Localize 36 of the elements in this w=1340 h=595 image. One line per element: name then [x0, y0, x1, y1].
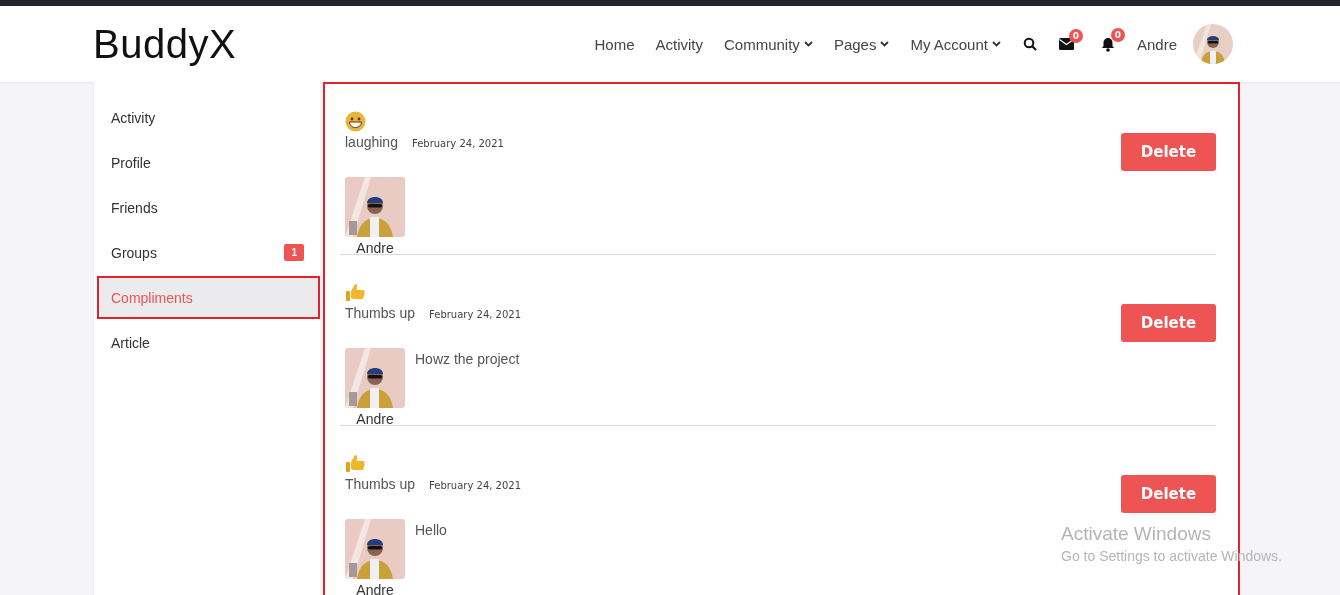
sidebar-item[interactable]: Profile: [97, 141, 320, 184]
nav-link[interactable]: Pages: [833, 35, 890, 53]
chevron-down-icon: [991, 41, 1001, 47]
nav-link[interactable]: Activity: [655, 35, 703, 53]
count-badge: 1: [284, 244, 304, 261]
nav-link[interactable]: My Account: [910, 35, 1001, 53]
thumbs-up-icon: [345, 282, 366, 303]
site-logo[interactable]: BuddyX: [93, 21, 237, 67]
sender-name[interactable]: Andre: [356, 240, 394, 256]
message-count-badge: 0: [1068, 29, 1083, 43]
sidebar-item[interactable]: Groups 1: [97, 231, 320, 274]
bell-icon[interactable]: [1100, 36, 1115, 52]
compliment-title: laughing: [345, 134, 398, 150]
compliment-message: Howz the project: [415, 351, 520, 369]
sender-name[interactable]: Andre: [356, 411, 394, 427]
compliment-date: February 24, 2021: [429, 309, 522, 320]
sidebar-item[interactable]: Friends: [97, 186, 320, 229]
compliment-title: Thumbs up: [345, 476, 416, 492]
chevron-down-icon: [880, 41, 890, 47]
compliment-date: February 24, 2021: [411, 138, 504, 149]
nav-link[interactable]: Community: [724, 35, 813, 53]
sender-name[interactable]: Andre: [356, 582, 394, 595]
nav-link[interactable]: Home: [594, 35, 635, 53]
chevron-down-icon: [803, 41, 813, 47]
grinning-face-icon: [345, 111, 366, 132]
sidebar-item[interactable]: Article: [97, 321, 320, 364]
compliment-message: Hello: [415, 522, 447, 540]
user-name[interactable]: Andre: [1136, 35, 1177, 53]
compliment-date: February 24, 2021: [429, 480, 522, 491]
sidebar-item[interactable]: Activity: [97, 96, 320, 139]
search-icon[interactable]: [1022, 37, 1037, 51]
envelope-icon[interactable]: [1058, 38, 1074, 50]
thumbs-up-icon: [345, 453, 366, 474]
notification-count-badge: 0: [1110, 27, 1125, 42]
activation-notice-title: Activate Windows: [1061, 523, 1212, 545]
compliment-title: Thumbs up: [345, 305, 416, 321]
